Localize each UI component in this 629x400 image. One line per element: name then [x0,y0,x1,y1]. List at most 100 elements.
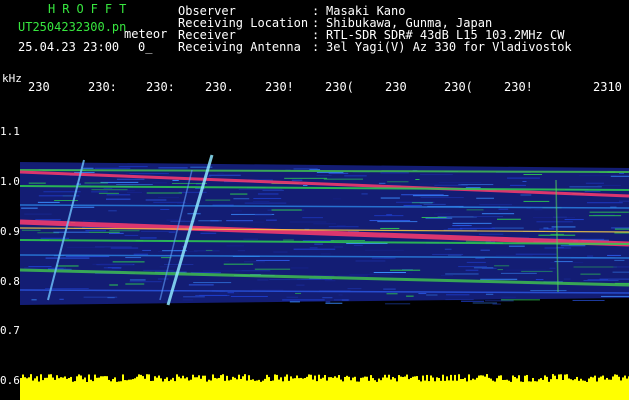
level-bar-segment [578,380,580,400]
noise-streak [365,249,404,251]
level-bar-segment [372,378,374,400]
noise-streak [94,167,131,169]
level-bar-segment [34,378,36,400]
level-bar-segment [432,377,434,400]
level-bar-segment [256,380,258,400]
noise-streak [314,243,323,245]
level-bar-segment [352,377,354,400]
noise-streak [125,257,142,259]
noise-streak [112,261,145,263]
level-bar-segment [312,379,314,400]
noise-streak [406,295,414,297]
noise-streak [256,259,290,261]
noise-streak [426,294,438,296]
noise-streak [224,261,229,263]
level-bar-segment [200,378,202,400]
noise-streak [324,280,336,282]
level-bar-segment [326,380,328,400]
noise-streak [452,225,472,227]
level-bar-segment [558,374,560,400]
noise-streak [481,213,515,215]
noise-streak [495,254,533,256]
level-bar-segment [218,377,220,400]
noise-streak [313,223,337,225]
noise-streak [293,248,336,250]
noise-streak [599,278,629,280]
noise-streak [533,217,575,219]
noise-streak [619,172,625,174]
noise-streak [158,167,188,169]
noise-streak [498,208,509,210]
noise-streak [209,174,241,176]
level-bar-segment [482,375,484,400]
noise-streak [140,237,157,239]
level-bar-segment [544,375,546,400]
level-bar-segment [540,378,542,400]
noise-streak [223,263,254,265]
level-bar-segment [594,375,596,400]
level-bar-segment [306,376,308,400]
level-bar-segment [272,380,274,400]
noise-streak [420,174,453,176]
noise-streak [233,198,250,200]
noise-streak [99,190,135,192]
noise-streak [415,178,420,180]
level-bar-segment [320,378,322,400]
noise-streak [125,283,145,285]
level-bar-segment [62,377,64,400]
noise-streak [349,274,393,276]
level-bar-segment [144,378,146,400]
level-bar-segment [96,377,98,400]
level-bar-segment [580,378,582,400]
noise-streak [283,239,294,241]
level-bar-segment [260,381,262,400]
noise-streak [289,301,300,303]
level-bar-segment [174,381,176,400]
level-bar-segment [612,376,614,400]
level-bar-segment [492,380,494,400]
level-bar-segment [168,381,170,400]
noise-streak [226,245,245,247]
noise-streak [523,200,550,202]
noise-streak [227,292,235,294]
noise-streak [195,295,230,297]
noise-streak [124,234,139,236]
level-bar-segment [334,376,336,400]
level-bar-segment [78,374,80,400]
level-bar-segment [26,378,28,400]
level-bar-segment [154,376,156,400]
noise-streak [198,220,222,222]
noise-streak [290,267,309,269]
level-bar-segment [282,381,284,400]
noise-streak [584,191,601,193]
level-bar-segment [496,378,498,400]
noise-streak [500,272,537,274]
level-bar-segment [618,376,620,400]
noise-streak [586,202,623,204]
noise-streak [515,253,557,255]
noise-streak [446,294,470,296]
noise-streak [539,228,559,230]
level-bar-segment [88,374,90,400]
noise-streak [612,271,629,273]
level-bar-segment [332,377,334,400]
noise-streak [153,201,186,203]
level-bar-segment [420,381,422,400]
noise-streak [355,260,386,262]
noise-streak [92,263,133,265]
level-bar-segment [100,376,102,400]
noise-streak [38,195,80,197]
noise-streak [337,275,368,277]
level-bar-segment [64,376,66,400]
level-bar-segment [542,379,544,400]
noise-streak [142,249,152,251]
level-bar-segment [466,381,468,400]
level-bar-segment [124,380,126,400]
noise-streak [103,187,113,189]
noise-streak [188,284,214,286]
noise-streak [145,199,167,201]
noise-streak [320,253,331,255]
level-bar-segment [504,379,506,400]
level-bar-segment [568,378,570,400]
level-bar-segment [600,376,602,400]
